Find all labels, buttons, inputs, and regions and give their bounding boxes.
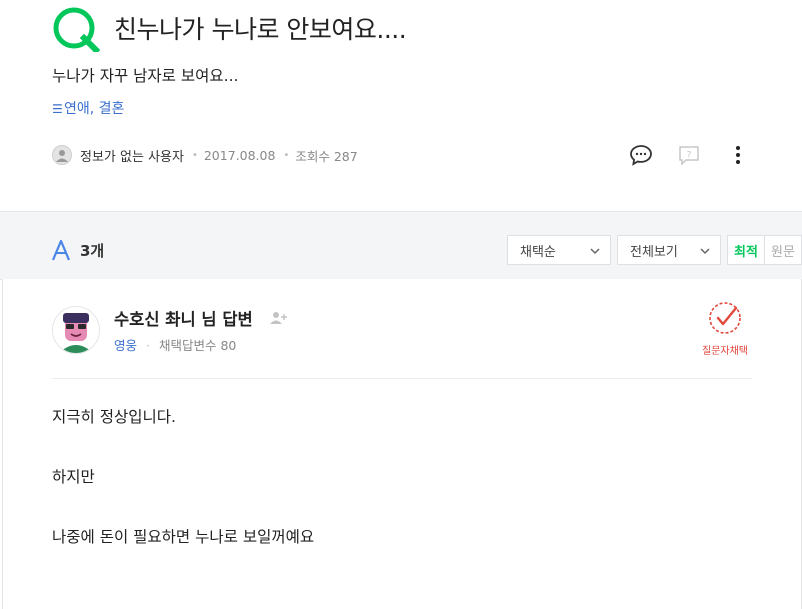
answer-line: 나중에 돈이 필요하면 누나로 보일꺼예요 [52, 528, 315, 546]
questioner-adopted-badge: 질문자채택 [696, 300, 754, 357]
question-title: 친누나가 누나로 안보여요.... [114, 15, 407, 44]
add-friend-icon[interactable] [270, 310, 288, 329]
author-avatar-icon[interactable] [52, 145, 72, 165]
answer-line: 지극히 정상입니다. [52, 408, 176, 426]
comment-button[interactable] [628, 142, 654, 168]
category-label: 연애, 결혼 [64, 101, 125, 117]
answerer-grade[interactable]: 영웅 [114, 338, 137, 353]
view-toggle: 최적 원문 [727, 235, 802, 265]
adopted-badge-label: 질문자채택 [702, 346, 748, 357]
question-body: 누나가 자꾸 남자로 보여요... [52, 67, 239, 85]
view-count: 조회수 287 [295, 148, 358, 164]
list-icon: ☰ [52, 102, 63, 116]
sort-select[interactable]: 채택순 [507, 235, 611, 265]
answer-line: 하지만 [52, 468, 95, 486]
answerer-meta: 영웅 · 채택답변수 80 [114, 335, 236, 354]
separator-dot: • [283, 149, 290, 161]
question-q-icon [52, 6, 101, 55]
separator-dot: • [191, 149, 198, 161]
report-button[interactable]: ? [676, 142, 702, 168]
divider [52, 378, 752, 379]
sort-select-value: 채택순 [520, 244, 556, 260]
adopted-check-icon [709, 302, 741, 334]
filter-select[interactable]: 전체보기 [617, 235, 721, 265]
chevron-down-icon [700, 248, 710, 255]
adopted-count: 채택답변수 80 [158, 338, 237, 353]
author-name[interactable]: 정보가 없는 사용자 [80, 146, 184, 165]
chevron-down-icon [590, 248, 600, 255]
question-date: 2017.08.08 [203, 147, 276, 163]
category-link[interactable]: ☰연애, 결혼 [52, 98, 124, 118]
tab-original[interactable]: 원문 [765, 236, 801, 264]
separator-dot: · [146, 338, 150, 353]
more-options-button[interactable] [725, 142, 751, 168]
answer-count: 3개 [80, 242, 105, 260]
comment-icon [630, 145, 652, 166]
answerer-name[interactable]: 수호신 촤니 님 답변 [114, 306, 253, 330]
answer-a-icon [50, 238, 72, 266]
svg-text:?: ? [687, 151, 692, 161]
answerer-avatar[interactable] [52, 306, 100, 354]
question-mark-box-icon: ? [679, 146, 699, 166]
tab-best[interactable]: 최적 [728, 236, 765, 264]
filter-select-value: 전체보기 [630, 244, 678, 260]
more-vertical-icon [736, 146, 740, 164]
question-meta: 정보가 없는 사용자 • 2017.08.08 • 조회수 287 [52, 144, 358, 166]
